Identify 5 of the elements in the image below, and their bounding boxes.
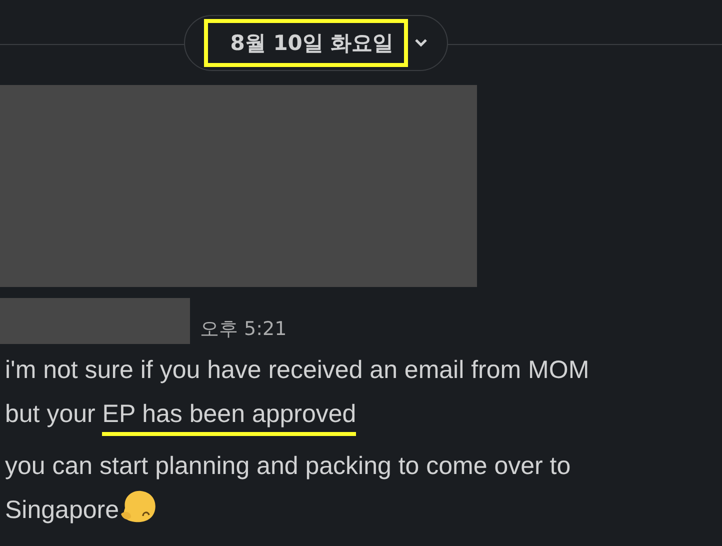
caret-icon [414, 38, 428, 48]
date-label: 8월 10일 화요일 [204, 19, 408, 67]
message-time: 오후 5:21 [200, 317, 287, 342]
date-pill[interactable]: 8월 10일 화요일 [184, 15, 448, 71]
message-text: you can start planning and packing to come over to Singapore [4, 451, 572, 526]
